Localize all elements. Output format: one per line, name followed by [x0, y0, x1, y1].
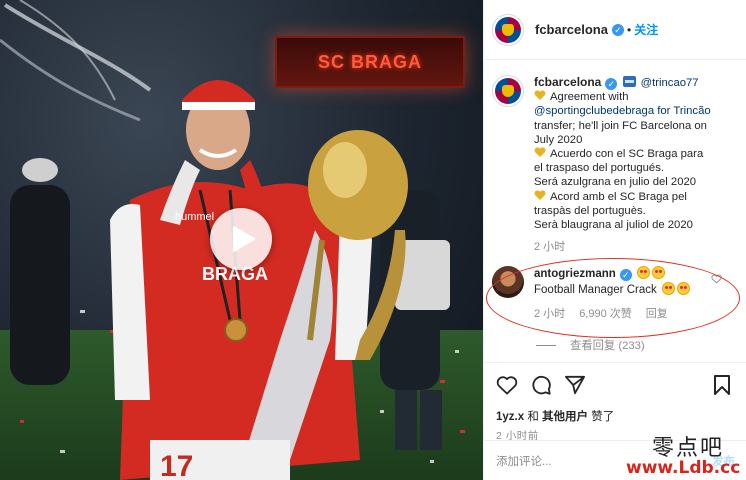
caption-line: Acord amb el SC Braga pel: [534, 190, 742, 204]
liker-username[interactable]: 1yz.x: [496, 411, 524, 423]
post-media[interactable]: SC BRAGA BRAGA hummel 17: [0, 0, 483, 480]
caption-line: Serà blaugrana al juliol de 2020: [534, 219, 693, 232]
comment-item: antogriezmann ✓ Football Manager Crack 2 …: [492, 266, 742, 322]
post-header: fcbarcelona ✓ • 关注: [484, 0, 746, 60]
reply-button[interactable]: 回复: [646, 306, 668, 322]
heart-eyes-emoji-icon: [676, 282, 690, 295]
comment-body: antogriezmann ✓ Football Manager Crack 2 …: [534, 266, 724, 322]
comment-bubble-icon[interactable]: [530, 374, 552, 396]
heart-eyes-emoji-icon: [637, 266, 650, 279]
caption-line: Acuerdo con el SC Braga para: [534, 147, 742, 161]
caption-avatar[interactable]: [492, 75, 524, 107]
caption-line[interactable]: @sportingclubedebraga for Trincão: [534, 104, 742, 118]
post-sidebar: fcbarcelona ✓ • 关注 fcbarcelona ✓ @trincao…: [483, 0, 746, 480]
comment-meta: 2 小时 6,990 次赞 回复: [534, 306, 724, 322]
jersey-number: 17: [160, 450, 193, 480]
header-separator: •: [626, 22, 632, 37]
comment-text: Football Manager Crack: [534, 284, 657, 296]
other-likers-link[interactable]: 其他用户: [542, 411, 588, 423]
verified-badge-icon: ✓: [611, 23, 624, 36]
caption-username[interactable]: fcbarcelona: [534, 75, 601, 89]
site-watermark: 零点吧 www.Ldb.cc: [626, 430, 746, 478]
caption-line: Será azulgrana en julio del 2020: [534, 176, 697, 189]
fcb-crest-icon: [495, 16, 521, 43]
share-plane-icon[interactable]: [564, 375, 586, 395]
post-caption: fcbarcelona ✓ @trincao77 Agreement with @…: [492, 75, 742, 254]
heart-eyes-emoji-icon: [661, 282, 675, 295]
flag-icon: [622, 76, 636, 87]
follow-button[interactable]: 关注: [634, 21, 658, 38]
heart-eyes-emoji-icon: [652, 266, 665, 279]
play-icon: [232, 226, 255, 252]
header-username[interactable]: fcbarcelona: [535, 22, 608, 37]
yellow-heart-icon: [534, 90, 546, 101]
view-replies-label: 查看回复 (233): [570, 340, 645, 352]
jersey-brand: hummel: [175, 211, 214, 223]
play-button[interactable]: [210, 208, 272, 270]
likes-summary: 1yz.x 和 其他用户 赞了: [496, 411, 615, 423]
yellow-heart-icon: [534, 190, 546, 200]
replies-divider: [536, 344, 556, 346]
comment-like-heart-icon[interactable]: [711, 274, 722, 284]
caption-mention[interactable]: @trincao77: [641, 77, 699, 89]
caption-time: 2 小时: [534, 241, 566, 254]
like-heart-icon[interactable]: [496, 375, 518, 395]
bookmark-icon[interactable]: [713, 374, 731, 396]
view-replies-button[interactable]: 查看回复 (233): [536, 337, 645, 353]
comment-likes[interactable]: 6,990 次赞: [579, 306, 632, 322]
watermark-url: www.Ldb.cc: [626, 458, 741, 478]
caption-text: fcbarcelona ✓ @trincao77 Agreement with @…: [534, 75, 742, 254]
commenter-avatar[interactable]: [492, 266, 524, 298]
caption-line: transfer; he'll join FC Barcelona on: [534, 119, 707, 132]
comment-time: 2 小时: [534, 308, 566, 320]
comment-username[interactable]: antogriezmann: [534, 268, 616, 280]
yellow-heart-icon: [534, 147, 546, 158]
caption-line: Agreement with: [534, 90, 742, 104]
caption-line: traspàs del portuguès.: [534, 204, 646, 217]
caption-line: el traspaso del portugués.: [534, 162, 664, 175]
caption-line: July 2020: [534, 133, 583, 146]
verified-badge-icon: ✓: [619, 269, 632, 281]
avatar[interactable]: [492, 13, 524, 46]
fcb-crest-icon: [495, 78, 521, 104]
verified-badge-icon: ✓: [605, 78, 618, 90]
